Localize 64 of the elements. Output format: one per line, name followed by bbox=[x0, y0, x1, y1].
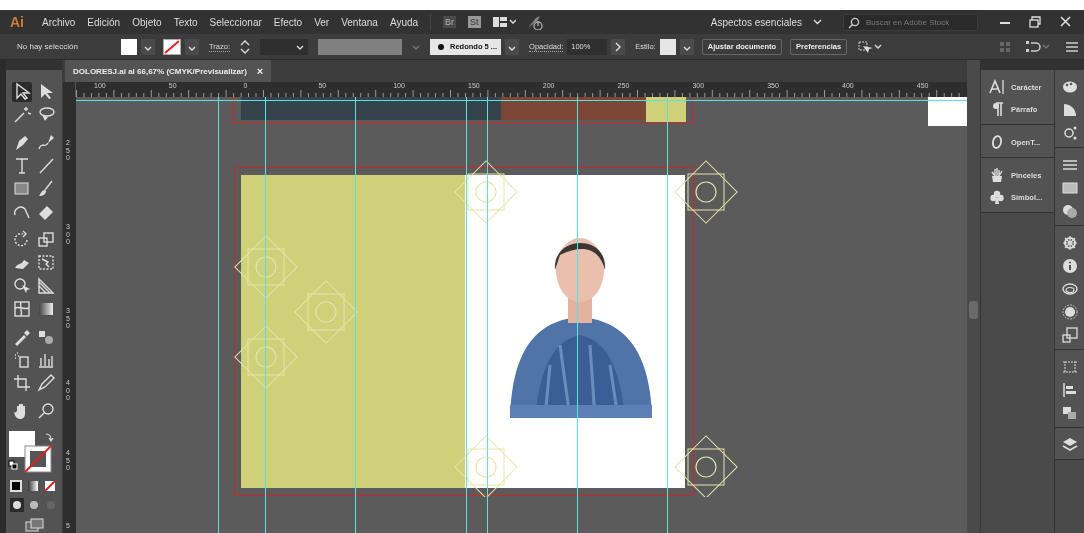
transform-box-icon[interactable] bbox=[1061, 359, 1078, 375]
style-swatch[interactable] bbox=[659, 38, 676, 55]
transform-icon[interactable] bbox=[856, 39, 883, 54]
menu-item[interactable]: Objeto bbox=[126, 16, 168, 28]
search-field[interactable]: Buscar en Adobe Stock bbox=[843, 13, 978, 31]
opentype-icon bbox=[989, 134, 1005, 150]
layers-icon[interactable] bbox=[1061, 437, 1078, 453]
vertical-scrollbar[interactable] bbox=[967, 60, 980, 533]
menu-item[interactable]: Seleccionar bbox=[203, 16, 268, 28]
mesh-icon[interactable] bbox=[12, 299, 32, 319]
chevron-right-icon[interactable] bbox=[611, 38, 626, 55]
character-icon bbox=[989, 79, 1005, 95]
search-icon bbox=[847, 16, 861, 29]
dropdown-caret-icon[interactable] bbox=[505, 38, 520, 55]
menu-item[interactable]: Archivo bbox=[36, 16, 82, 28]
chevron-down-icon bbox=[813, 19, 822, 25]
app-logo: Ai bbox=[10, 14, 24, 30]
scale-icon[interactable] bbox=[36, 230, 56, 250]
menu-item[interactable]: Ver bbox=[308, 16, 336, 28]
menu-item[interactable]: Texto bbox=[167, 16, 204, 28]
document-tab[interactable]: DOLORESJ.ai al 66,67% (CMYK/Previsualizar) × bbox=[65, 60, 272, 82]
sun-icon[interactable] bbox=[1061, 304, 1078, 320]
export-icon[interactable] bbox=[1061, 327, 1078, 343]
line-icon[interactable] bbox=[36, 156, 56, 176]
artboard-icon[interactable] bbox=[12, 373, 32, 393]
artwork-block bbox=[928, 97, 967, 126]
symbols-icon bbox=[989, 189, 1005, 205]
list-menu-icon[interactable] bbox=[1065, 40, 1079, 53]
symbol-sprayer-icon[interactable] bbox=[12, 350, 32, 370]
gradient-icon[interactable] bbox=[1061, 180, 1078, 196]
fill-swatch[interactable] bbox=[121, 38, 137, 55]
dropdown-caret-icon[interactable] bbox=[141, 38, 155, 55]
dot-icon bbox=[438, 43, 444, 50]
stroke-none-swatch-icon[interactable] bbox=[163, 38, 181, 55]
pathfinder-icon[interactable] bbox=[1061, 405, 1078, 421]
scrollbar-thumb[interactable] bbox=[969, 301, 978, 319]
stock-button[interactable]: St bbox=[468, 16, 481, 28]
align-left-icon[interactable] bbox=[1061, 382, 1078, 398]
stepper-icon[interactable] bbox=[239, 38, 251, 55]
circles-icon[interactable] bbox=[1061, 203, 1078, 219]
layout-grid-icon[interactable] bbox=[491, 16, 516, 28]
info-icon[interactable] bbox=[1061, 258, 1078, 274]
search-icon[interactable] bbox=[36, 401, 56, 421]
canvas[interactable] bbox=[76, 97, 967, 533]
wheel-icon[interactable] bbox=[1061, 235, 1078, 251]
magic-wand-icon[interactable] bbox=[12, 105, 32, 125]
perspective-grid-icon[interactable] bbox=[36, 276, 56, 296]
dropdown-caret-icon[interactable] bbox=[185, 38, 199, 55]
brushes-icon bbox=[989, 167, 1005, 183]
menu-item[interactable]: Ventana bbox=[335, 16, 384, 28]
lines-icon[interactable] bbox=[1061, 157, 1078, 173]
free-transform-icon[interactable] bbox=[36, 253, 56, 273]
selection-status: No hay selección bbox=[17, 42, 79, 51]
align-icon[interactable] bbox=[1025, 39, 1051, 54]
menu-item[interactable]: Efecto bbox=[267, 16, 309, 28]
variable-width-profile[interactable] bbox=[318, 38, 402, 55]
menu-item[interactable]: Ayuda bbox=[383, 16, 425, 28]
tab-close-button[interactable]: × bbox=[256, 65, 264, 77]
dropdown-caret-icon[interactable] bbox=[679, 38, 694, 55]
stroke-weight-field[interactable] bbox=[260, 38, 308, 55]
bridge-button[interactable]: Br bbox=[443, 16, 457, 28]
workspace-switcher[interactable]: Aspectos esenciales bbox=[702, 16, 835, 28]
slice-icon[interactable] bbox=[36, 373, 56, 393]
menu-item[interactable]: Edición bbox=[81, 16, 127, 28]
